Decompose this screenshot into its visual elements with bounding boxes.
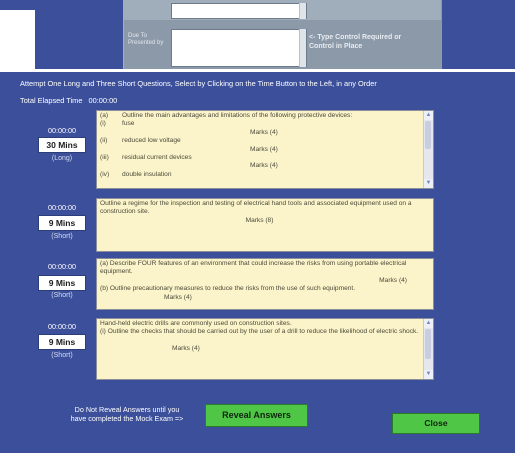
top-left-panel [0,10,35,70]
question-2-time-button[interactable]: 9 Mins [38,215,86,231]
q1-line-i: (i) fuse [100,120,135,128]
control-field[interactable] [171,29,307,67]
due-to-label: Due To Presented by [128,33,164,46]
q3-line-a: (a) Describe FOUR features of an environ… [100,260,407,276]
question-2-timer: 00:00:00 [48,203,76,212]
q4-line-2: (i) Outline the checks that should be ca… [100,328,419,336]
control-field-top[interactable] [171,3,307,19]
close-button[interactable]: Close [392,413,480,434]
question-2-type: (Short) [51,233,73,240]
question-3-box[interactable]: (a) Describe FOUR features of an environ… [96,258,434,310]
question-1-time-button[interactable]: 30 Mins [38,137,86,153]
control-field-top-scrollbar[interactable] [299,3,306,19]
question-1-scrollbar[interactable]: ▲ ▼ [423,111,433,188]
q1-marks-3: Marks (4) [250,162,278,170]
q1-line-a: (a) Outline the main advantages and limit… [100,112,353,119]
q3-marks-b: Marks (4) [164,293,192,301]
question-1-timer: 00:00:00 [48,126,76,135]
reveal-warning-line-1: Do Not Reveal Answers until you [74,405,180,414]
question-4-time-button[interactable]: 9 Mins [38,334,86,350]
question-3-time-button[interactable]: 9 Mins [38,275,86,291]
control-note: <- Type Control Required or Control in P… [309,34,402,50]
scroll-up-icon[interactable]: ▲ [424,111,433,120]
scroll-thumb[interactable] [425,121,431,149]
scroll-down-icon[interactable]: ▼ [424,179,433,188]
question-3-timer: 00:00:00 [48,262,76,271]
q1-line-ii: (ii) reduced low voltage [100,137,181,145]
q4-marks: Marks (4) [172,344,200,352]
q3-line-b: (b) Outline precautionary measures to re… [100,285,356,293]
q1-marks-1: Marks (4) [250,128,278,136]
elapsed-value: 00:00:00 [88,96,118,105]
elapsed-label: Total Elapsed Time [20,96,83,105]
control-field-scrollbar[interactable] [299,29,306,67]
question-3-type: (Short) [51,292,73,299]
reveal-warning-line-2: have completed the Mock Exam => [70,414,184,423]
question-4-timer: 00:00:00 [48,322,76,331]
scroll-thumb[interactable] [425,329,431,359]
reveal-warning: Do Not Reveal Answers until you have com… [52,405,202,423]
question-2-box[interactable]: Outline a regime for the inspection and … [96,198,434,252]
question-4-scrollbar[interactable]: ▲ ▼ [423,319,433,379]
scroll-up-icon[interactable]: ▲ [424,319,433,328]
question-1-type: (Long) [51,155,73,162]
elapsed-time: Total Elapsed Time 00:00:00 [20,96,117,105]
q1-line-iii: (iii) residual current devices [100,154,192,162]
instructions-text: Attempt One Long and Three Short Questio… [20,79,377,88]
question-4-box[interactable]: Hand-held electric drills are commonly u… [96,318,434,380]
q4-line-1: Hand-held electric drills are commonly u… [100,320,292,327]
scroll-down-icon[interactable]: ▼ [424,370,433,379]
section-divider [0,69,515,72]
question-1-box[interactable]: (a) Outline the main advantages and limit… [96,110,434,189]
q2-marks: Marks (8) [245,216,274,224]
reveal-answers-button[interactable]: Reveal Answers [205,404,308,427]
q3-marks-a: Marks (4) [379,276,407,284]
q1-line-iv: (iv) double insulation [100,170,172,178]
question-4-type: (Short) [51,352,73,359]
q1-marks-2: Marks (4) [250,145,278,153]
q2-text: Outline a regime for the inspection and … [100,200,412,216]
